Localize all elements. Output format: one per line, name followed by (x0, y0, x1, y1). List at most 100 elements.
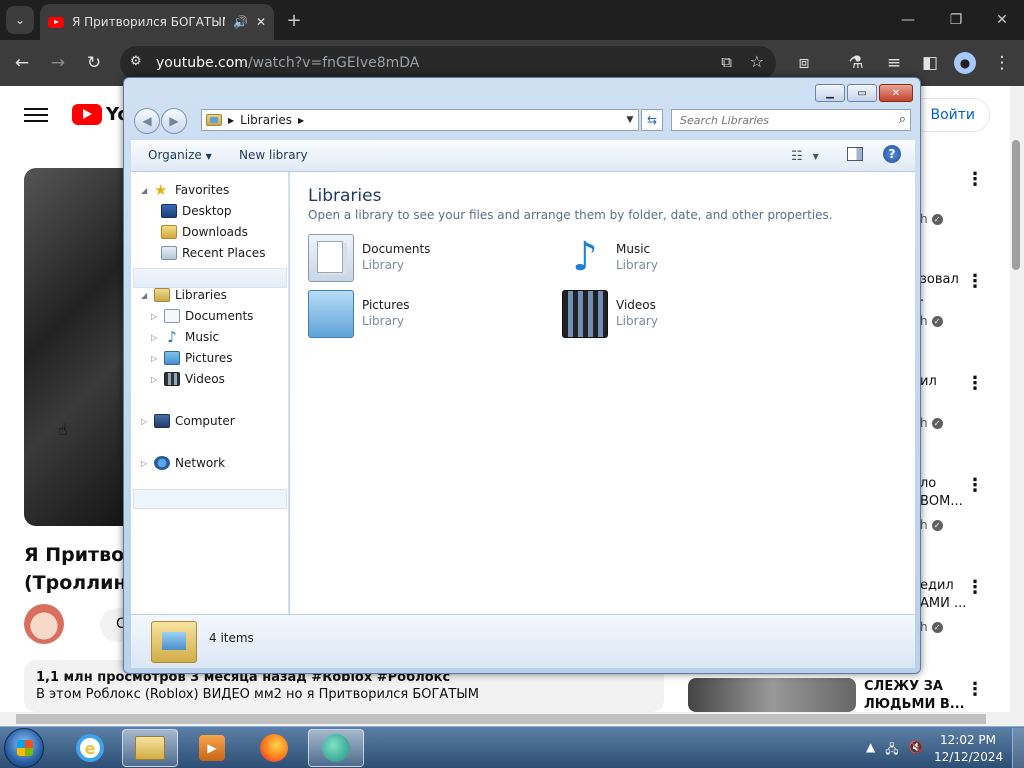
nav-documents[interactable]: ▷ Documents (151, 306, 253, 326)
explorer-address-bar[interactable]: ▶ Libraries ▶ (201, 109, 639, 131)
more-actions-icon[interactable]: ⋮ (966, 374, 984, 394)
search-input[interactable] (680, 113, 880, 127)
more-actions-icon[interactable]: ⋮ (966, 272, 984, 292)
tab-search-button[interactable]: ⌄ (6, 6, 34, 34)
explorer-minimize-button[interactable]: ▁ (815, 84, 845, 102)
nav-recent-places[interactable]: Recent Places (161, 243, 265, 263)
rec-title[interactable]: СЛЕЖУ ЗА ЛЮДЬМИ В... (864, 678, 965, 714)
expanded-arrow-icon[interactable]: ◢ (141, 291, 149, 300)
start-button[interactable] (4, 728, 44, 768)
taskbar-internet-explorer[interactable]: e (62, 729, 118, 767)
reload-icon[interactable]: ↻ (80, 50, 108, 76)
library-videos[interactable]: Videos Library (562, 290, 792, 340)
speaker-icon[interactable]: 🔊 (233, 15, 248, 29)
more-actions-icon[interactable]: ⋮ (966, 170, 984, 190)
collapsed-arrow-icon[interactable]: ▷ (141, 417, 149, 426)
show-desktop-button[interactable] (1012, 728, 1024, 768)
cast-icon[interactable]: ⧉ (721, 53, 732, 71)
explorer-close-button[interactable]: ✕ (879, 84, 913, 102)
breadcrumb-separator-icon[interactable]: ▶ (228, 116, 234, 125)
channel-avatar[interactable] (24, 604, 64, 644)
explorer-back-button[interactable]: ◀ (134, 108, 160, 134)
volume-muted-icon[interactable]: 🔇 (909, 740, 924, 761)
library-name: Documents (362, 242, 431, 256)
close-window-button[interactable]: ✕ (984, 6, 1020, 34)
restore-window-button[interactable]: ❐ (938, 6, 974, 34)
more-actions-icon[interactable]: ⋮ (966, 578, 984, 598)
nav-network[interactable]: ▷ Network (141, 453, 225, 473)
forward-icon[interactable]: → (44, 50, 72, 76)
back-icon[interactable]: ← (8, 50, 36, 76)
explorer-search-box[interactable]: ⌕ (671, 109, 911, 131)
change-view-button[interactable]: ☷ ▼ (791, 146, 831, 166)
refresh-icon[interactable]: ⇆ (641, 109, 663, 131)
menu-icon[interactable]: ⋮ (988, 50, 1016, 76)
content-pane[interactable]: Libraries Open a library to see your fil… (290, 172, 915, 614)
taskbar-media-player[interactable]: ▶ (184, 729, 240, 767)
nav-pictures[interactable]: ▷ Pictures (151, 348, 233, 368)
nav-favorites[interactable]: ◢ ★ Favorites (141, 180, 229, 200)
rec-title[interactable]: зовал (920, 272, 966, 287)
system-clock[interactable]: 12:02 PM 12/12/2024 (934, 732, 1003, 766)
site-info-icon[interactable]: ⚙ (130, 54, 142, 69)
youtube-logo[interactable]: Yo (72, 104, 130, 125)
more-actions-icon[interactable]: ⋮ (966, 680, 984, 700)
collapsed-arrow-icon[interactable]: ▷ (151, 354, 159, 363)
rec-thumbnail[interactable] (688, 678, 856, 712)
help-icon[interactable]: ? (883, 145, 901, 163)
documents-library-icon (308, 234, 354, 282)
preview-pane-button[interactable] (847, 147, 863, 161)
nav-libraries[interactable]: ◢ Libraries (141, 285, 227, 305)
nav-computer[interactable]: ▷ Computer (141, 411, 235, 431)
nav-downloads[interactable]: Downloads (161, 222, 248, 242)
side-panel-icon[interactable]: ◧ (916, 50, 944, 76)
new-tab-button[interactable]: + (282, 8, 306, 32)
star-icon[interactable]: ☆ (750, 52, 764, 71)
more-actions-icon[interactable]: ⋮ (966, 476, 984, 496)
nav-desktop[interactable]: Desktop (161, 201, 232, 221)
horizontal-scroll-thumb[interactable] (16, 714, 986, 724)
browser-tab-active[interactable]: Я Притворился БОГАТЫМ 🔊 ✕ (40, 4, 274, 40)
address-bar[interactable]: ⚙ youtube.com/watch?v=fnGEIve8mDA ⧉ ☆ (120, 46, 776, 80)
explorer-window[interactable]: ▁ ▭ ✕ ◀ ▶ ▶ Libraries ▶ ▼ ⇆ ⌕ Organize ▼… (123, 77, 921, 674)
labs-icon[interactable]: ⚗ (842, 50, 870, 76)
minimize-window-button[interactable]: — (890, 6, 926, 34)
close-tab-icon[interactable]: ✕ (256, 15, 266, 29)
expanded-arrow-icon[interactable]: ◢ (141, 186, 149, 195)
extensions-icon[interactable]: ⧈ (790, 50, 818, 76)
explorer-forward-button[interactable]: ▶ (161, 108, 187, 134)
nav-videos[interactable]: ▷ Videos (151, 369, 225, 389)
new-library-button[interactable]: New library (239, 148, 308, 162)
documents-icon (164, 309, 180, 323)
reading-list-icon[interactable]: ≡ (880, 50, 908, 76)
network-tray-icon[interactable]: 🖧 (885, 740, 898, 761)
pictures-library-icon (308, 290, 354, 338)
library-documents[interactable]: Documents Library (308, 234, 538, 284)
rec-title[interactable]: едил (920, 578, 966, 593)
rec-title[interactable]: ло (920, 476, 966, 491)
search-icon[interactable]: ⌕ (899, 112, 906, 127)
vertical-scroll-thumb[interactable] (1012, 140, 1020, 270)
library-music[interactable]: ♪ Music Library (562, 234, 792, 284)
nav-music[interactable]: ▷ ♪ Music (151, 327, 219, 347)
breadcrumb-separator-icon[interactable]: ▶ (298, 116, 304, 125)
explorer-maximize-button[interactable]: ▭ (847, 84, 877, 102)
taskbar-firefox[interactable] (246, 729, 302, 767)
show-hidden-icons-icon[interactable]: ▲ (866, 740, 875, 761)
breadcrumb-libraries[interactable]: Libraries (240, 113, 292, 127)
organize-button[interactable]: Organize ▼ (148, 148, 212, 162)
collapsed-arrow-icon[interactable]: ▷ (151, 333, 159, 342)
collapsed-arrow-icon[interactable]: ▷ (141, 459, 149, 468)
profile-icon[interactable]: ● (954, 52, 976, 74)
collapsed-arrow-icon[interactable]: ▷ (151, 312, 159, 321)
library-name: Music (616, 242, 651, 256)
library-type: Library (362, 314, 404, 328)
taskbar-app[interactable] (308, 729, 364, 767)
hamburger-menu-icon[interactable] (24, 104, 48, 126)
rec-title[interactable]: ил (920, 374, 966, 389)
verified-icon: ✓ (931, 520, 943, 531)
taskbar-explorer[interactable] (122, 729, 178, 767)
library-pictures[interactable]: Pictures Library (308, 290, 538, 340)
collapsed-arrow-icon[interactable]: ▷ (151, 375, 159, 384)
address-dropdown-icon[interactable]: ▼ (621, 109, 639, 131)
